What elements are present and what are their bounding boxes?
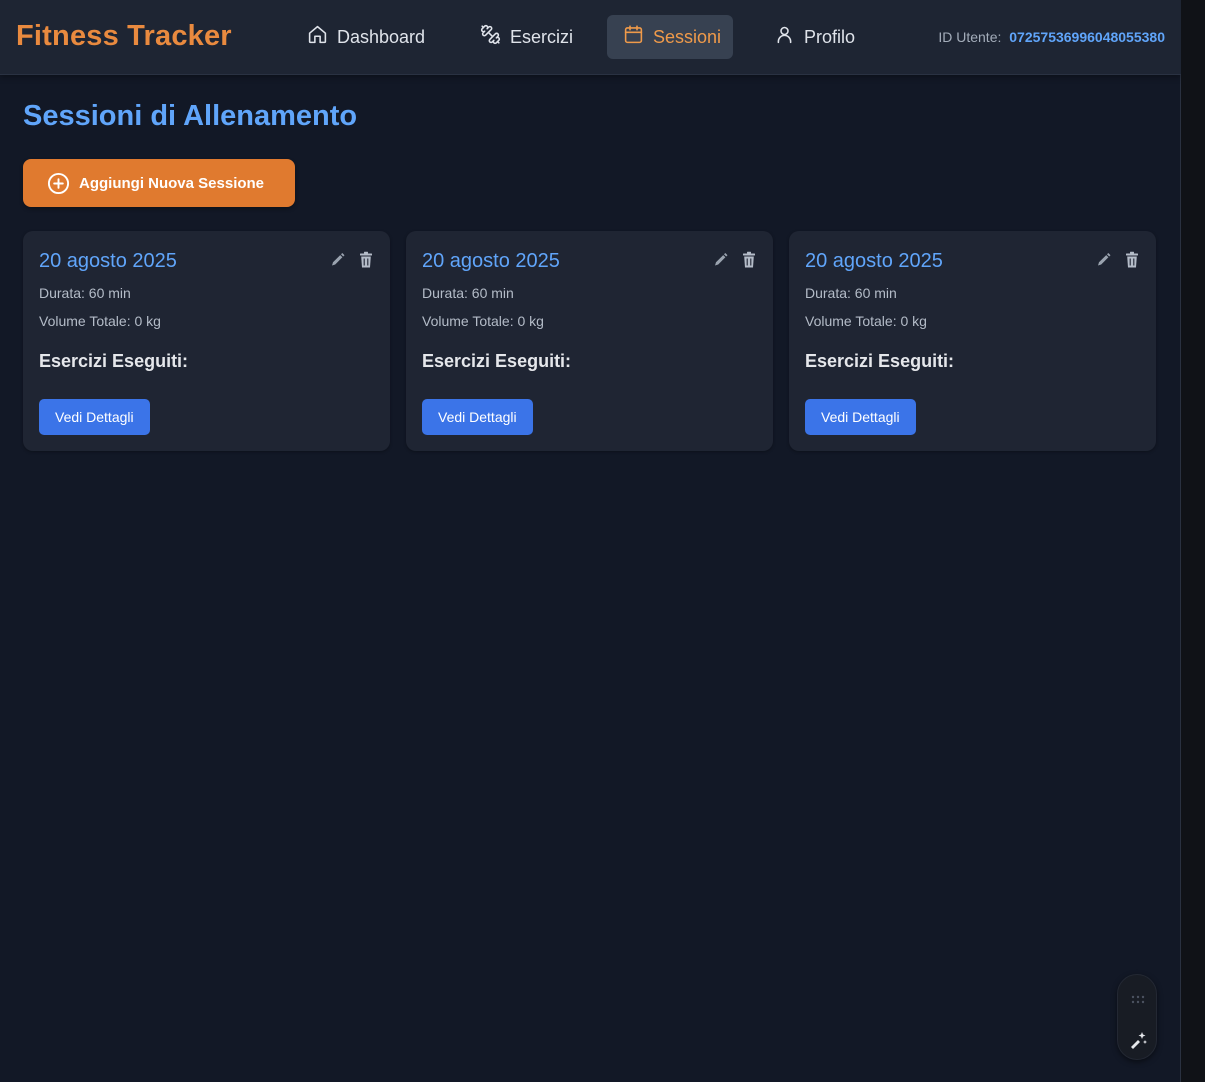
nav-item-dashboard[interactable]: Dashboard bbox=[291, 15, 441, 59]
session-duration: Durata: 60 min bbox=[805, 285, 897, 301]
nav-item-profilo[interactable]: Profilo bbox=[758, 15, 871, 59]
home-icon bbox=[307, 24, 328, 50]
nav-item-label: Sessioni bbox=[653, 26, 722, 47]
exercises-heading: Esercizi Eseguiti: bbox=[805, 351, 955, 371]
session-card: 20 agosto 2025 Durata: 60 min Volume Tot… bbox=[406, 231, 773, 451]
page-title: Sessioni di Allenamento bbox=[23, 100, 358, 132]
floating-toolbar bbox=[1117, 974, 1157, 1060]
session-date: 20 agosto 2025 bbox=[805, 250, 943, 272]
card-actions bbox=[330, 251, 374, 269]
view-details-button[interactable]: Vedi Dettagli bbox=[422, 399, 533, 435]
magic-sparkle-icon[interactable] bbox=[1128, 1030, 1148, 1055]
trash-icon[interactable] bbox=[1124, 251, 1140, 269]
session-card: 20 agosto 2025 Durata: 60 min Volume Tot… bbox=[23, 231, 390, 451]
session-date: 20 agosto 2025 bbox=[39, 250, 177, 272]
user-icon bbox=[774, 24, 795, 50]
user-id-display: ID Utente: 07257536996048055380 bbox=[938, 29, 1165, 45]
nav-item-label: Esercizi bbox=[510, 26, 574, 47]
session-card: 20 agosto 2025 Durata: 60 min Volume Tot… bbox=[789, 231, 1156, 451]
session-list: 20 agosto 2025 Durata: 60 min Volume Tot… bbox=[23, 231, 1157, 451]
window-edge bbox=[1181, 0, 1205, 1082]
trash-icon[interactable] bbox=[358, 251, 374, 269]
exercises-heading: Esercizi Eseguiti: bbox=[39, 351, 189, 371]
edit-icon[interactable] bbox=[330, 251, 346, 269]
grid-dots-icon[interactable] bbox=[1131, 992, 1145, 1010]
add-session-button[interactable]: Aggiungi Nuova Sessione bbox=[23, 159, 295, 207]
session-duration: Durata: 60 min bbox=[39, 285, 131, 301]
session-volume: Volume Totale: 0 kg bbox=[422, 313, 544, 329]
view-details-button[interactable]: Vedi Dettagli bbox=[39, 399, 150, 435]
trash-icon[interactable] bbox=[741, 251, 757, 269]
edit-icon[interactable] bbox=[713, 251, 729, 269]
session-volume: Volume Totale: 0 kg bbox=[39, 313, 161, 329]
nav-item-label: Profilo bbox=[804, 26, 856, 47]
app-title[interactable]: Fitness Tracker bbox=[16, 20, 232, 53]
session-duration: Durata: 60 min bbox=[422, 285, 514, 301]
nav-item-label: Dashboard bbox=[337, 26, 426, 47]
user-id-label: ID Utente: bbox=[938, 29, 1002, 45]
nav-item-esercizi[interactable]: Esercizi bbox=[464, 15, 589, 59]
session-date: 20 agosto 2025 bbox=[422, 250, 560, 272]
top-navbar: Fitness Tracker Dashboard Esercizi Sessi… bbox=[0, 0, 1181, 75]
card-actions bbox=[713, 251, 757, 269]
add-session-label: Aggiungi Nuova Sessione bbox=[79, 174, 265, 192]
user-id-value: 07257536996048055380 bbox=[1009, 29, 1165, 45]
session-volume: Volume Totale: 0 kg bbox=[805, 313, 927, 329]
plus-circle-icon bbox=[47, 172, 70, 195]
view-details-button[interactable]: Vedi Dettagli bbox=[805, 399, 916, 435]
exercises-heading: Esercizi Eseguiti: bbox=[422, 351, 572, 371]
card-actions bbox=[1096, 251, 1140, 269]
dumbbell-icon bbox=[480, 24, 501, 50]
app-window: Fitness Tracker Dashboard Esercizi Sessi… bbox=[0, 0, 1181, 1082]
nav-item-sessioni[interactable]: Sessioni bbox=[607, 15, 733, 59]
calendar-icon bbox=[623, 24, 644, 50]
edit-icon[interactable] bbox=[1096, 251, 1112, 269]
